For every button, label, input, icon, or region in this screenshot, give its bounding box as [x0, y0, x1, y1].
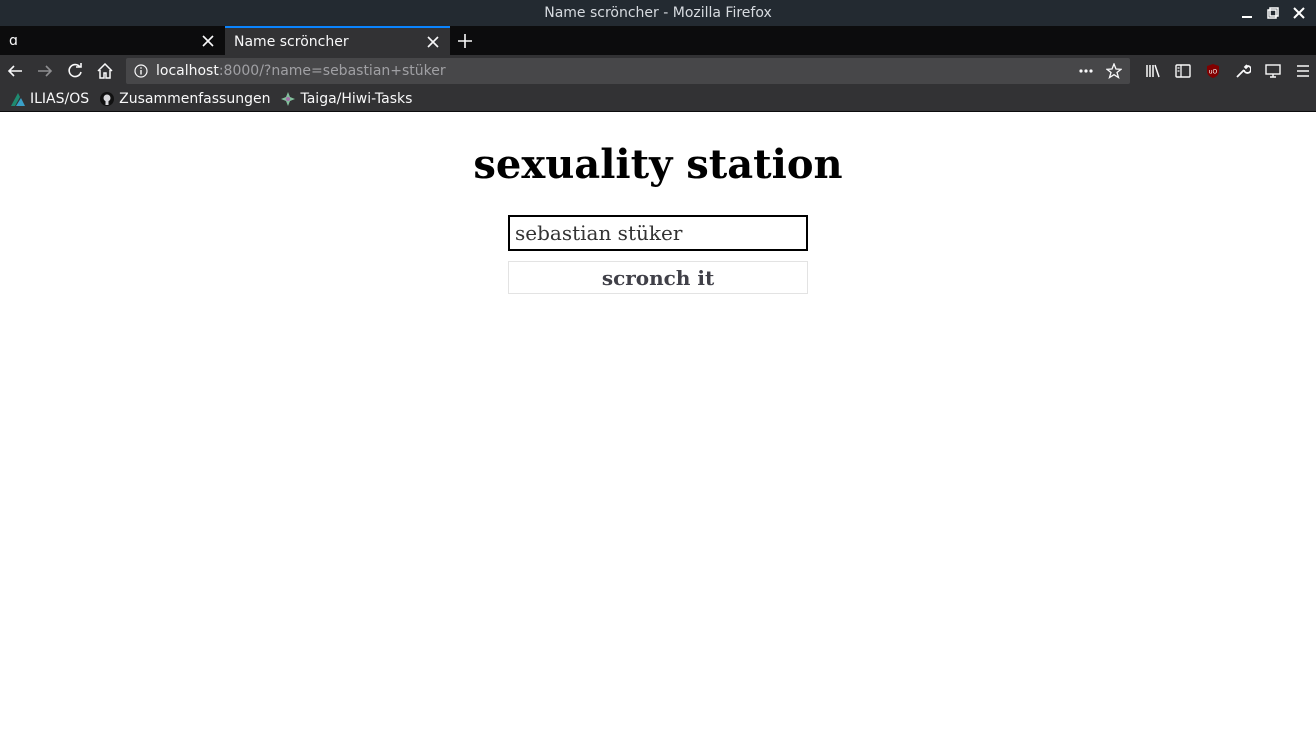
url-path: :8000/?name=sebastian+stüker [218, 63, 446, 79]
library-icon [1146, 64, 1160, 78]
tab-label: ɑ [9, 32, 18, 49]
url-actions [1074, 59, 1130, 83]
github-icon [99, 91, 115, 107]
tab-label: Name scröncher [234, 33, 349, 50]
info-icon [134, 64, 148, 78]
url-text[interactable]: localhost:8000/?name=sebastian+stüker [156, 63, 1074, 79]
monitor-icon [1265, 64, 1281, 78]
ublock-icon: uO [1207, 64, 1219, 78]
close-window-button[interactable] [1288, 2, 1310, 24]
sidebar-button[interactable] [1168, 56, 1198, 86]
page-content: sexuality station scronch it [0, 113, 1316, 743]
tab-alpha[interactable]: ɑ [0, 26, 225, 55]
bookmark-label: Taiga/Hiwi-Tasks [300, 91, 413, 107]
tab-close-button[interactable] [199, 32, 217, 50]
library-button[interactable] [1138, 56, 1168, 86]
more-dots-icon [1079, 69, 1093, 73]
taiga-icon [280, 91, 296, 107]
tab-strip: ɑ Name scröncher [0, 26, 1316, 55]
window-controls [1236, 0, 1310, 26]
tab-close-button[interactable] [424, 33, 442, 51]
close-icon [1293, 7, 1305, 19]
bookmark-star-button[interactable] [1102, 59, 1126, 83]
window-titlebar: Name scröncher - Mozilla Firefox [0, 0, 1316, 26]
bookmark-taiga[interactable]: Taiga/Hiwi-Tasks [280, 91, 412, 107]
url-bar[interactable]: localhost:8000/?name=sebastian+stüker [126, 58, 1130, 84]
window-title: Name scröncher - Mozilla Firefox [544, 5, 772, 21]
navigation-toolbar: localhost:8000/?name=sebastian+stüker uO [0, 55, 1316, 87]
forward-arrow-icon [38, 65, 53, 77]
ilias-icon [10, 91, 26, 107]
plus-icon [458, 33, 472, 48]
bookmark-ilias[interactable]: ILIAS/OS [10, 91, 89, 107]
minimize-icon [1242, 16, 1252, 18]
back-button[interactable] [0, 56, 30, 86]
page-actions-button[interactable] [1074, 59, 1098, 83]
scronch-button[interactable]: scronch it [508, 261, 808, 294]
wrench-icon [1236, 64, 1251, 78]
reload-button[interactable] [60, 56, 90, 86]
minimize-button[interactable] [1236, 2, 1258, 24]
close-icon [202, 34, 214, 47]
bookmark-label: Zusammenfassungen [119, 91, 271, 107]
bookmark-zusammenfassungen[interactable]: Zusammenfassungen [99, 91, 270, 107]
sidebar-icon [1175, 64, 1191, 78]
bookmark-label: ILIAS/OS [30, 91, 90, 107]
maximize-button[interactable] [1262, 2, 1284, 24]
screen-button[interactable] [1258, 56, 1288, 86]
forward-button[interactable] [30, 56, 60, 86]
url-host: localhost [156, 63, 219, 79]
home-icon [97, 63, 113, 79]
back-arrow-icon [7, 65, 22, 77]
reload-icon [68, 63, 82, 78]
bookmarks-toolbar: ILIAS/OS Zusammenfassungen Taiga/Hiwi-Ta… [0, 87, 1316, 112]
hamburger-icon [1297, 65, 1309, 77]
site-info-button[interactable] [126, 58, 156, 84]
restore-icon [1267, 7, 1279, 19]
name-input[interactable] [508, 215, 808, 251]
ublock-origin-button[interactable]: uO [1198, 56, 1228, 86]
star-icon [1106, 63, 1122, 79]
svg-text:uO: uO [1209, 69, 1218, 76]
menu-button[interactable] [1288, 56, 1316, 86]
page-title: sexuality station [473, 141, 843, 188]
toolbar-right: uO [1138, 55, 1316, 87]
new-tab-button[interactable] [450, 26, 480, 55]
developer-tools-button[interactable] [1228, 56, 1258, 86]
close-icon [427, 35, 439, 48]
tab-name-scroencher[interactable]: Name scröncher [225, 26, 450, 55]
home-button[interactable] [90, 56, 120, 86]
